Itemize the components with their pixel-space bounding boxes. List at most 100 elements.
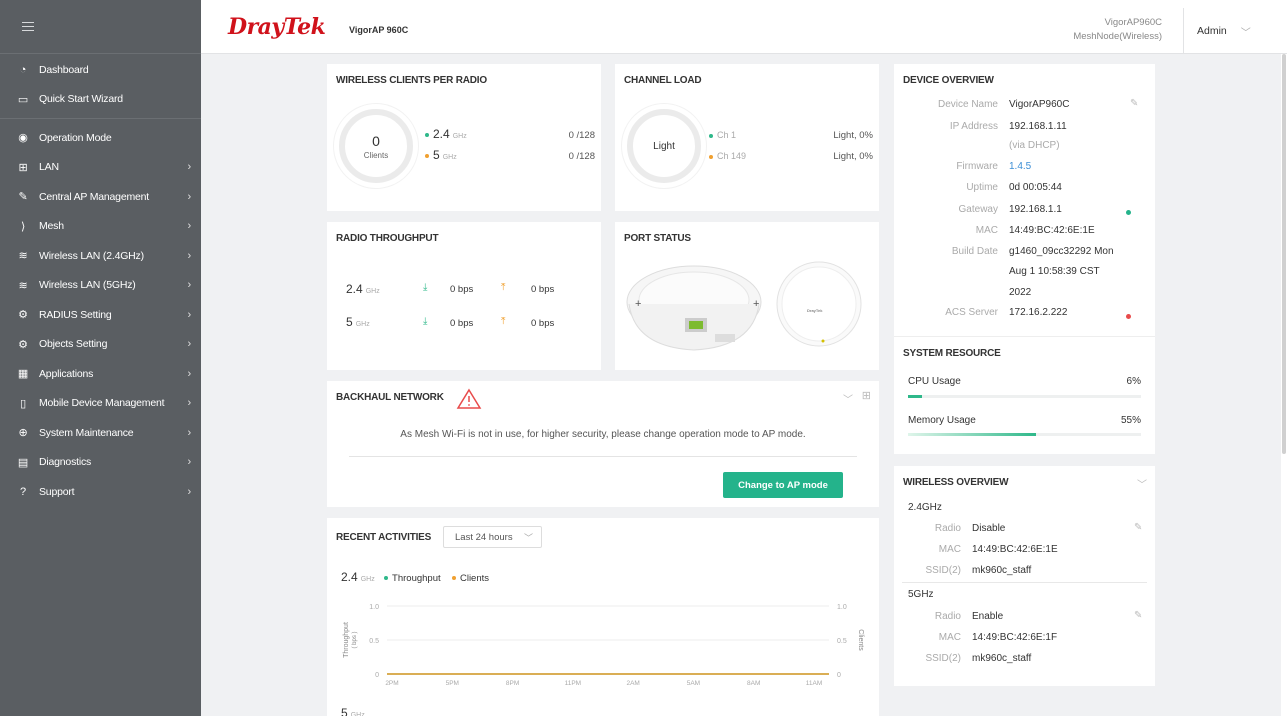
acs-server-value: 172.16.2.222 (1009, 307, 1068, 318)
y2-tick-label: 0 (837, 672, 841, 679)
card-title: RECENT ACTIVITIES (336, 532, 432, 543)
x-tick-label: 2PM (385, 680, 398, 687)
band-5-label: 5GHz (908, 589, 934, 600)
collapse-icon[interactable]: ﹀ (843, 391, 853, 406)
wifi-icon: ≋ (18, 250, 28, 263)
card-title: RADIO THROUGHPUT (336, 233, 439, 244)
y-tick-label: 0 (375, 672, 379, 679)
recent-activities-card: RECENT ACTIVITIES Last 24 hours ﹀ 2.4 GHz… (327, 518, 879, 716)
sidebar-item-label: Objects Setting (39, 338, 108, 351)
radio-24-clients: 0 /128 (568, 130, 595, 141)
legend-throughput: Throughput (392, 573, 441, 584)
sidebar-item-label: Quick Start Wizard (39, 93, 123, 106)
channel-load-card: CHANNEL LOAD Light Ch 1 Ch 149 Light, 0%… (615, 64, 879, 211)
sidebar-item-system-maintenance[interactable]: ⊕ System Maintenance › (0, 418, 201, 448)
card-title: BACKHAUL NETWORK (336, 392, 444, 403)
card-title: CHANNEL LOAD (624, 75, 702, 86)
x-tick-label: 2AM (626, 680, 639, 687)
sidebar-item-lan[interactable]: ⊞ LAN › (0, 153, 201, 183)
sidebar-item-applications[interactable]: ▦ Applications › (0, 359, 201, 389)
user-name: Admin (1197, 25, 1227, 37)
sidebar-item-support[interactable]: ? Support › (0, 477, 201, 507)
card-title: DEVICE OVERVIEW (903, 75, 994, 86)
mac-24-value: 14:49:BC:42:6E:1E (972, 544, 1058, 555)
r5-download: 0 bps (450, 318, 474, 329)
change-to-ap-mode-button[interactable]: Change to AP mode (723, 472, 843, 498)
radio-5-status: Enable (972, 611, 1004, 622)
sidebar-item-wireless-lan-5ghz[interactable]: ≋ Wireless LAN (5GHz) › (0, 271, 201, 301)
chevron-right-icon: › (187, 220, 192, 233)
ap-device-image: + + DrayTek (626, 261, 862, 351)
sidebar-item-label: Central AP Management (39, 190, 150, 203)
legend-clients: Clients (459, 573, 490, 584)
svg-text:+: + (753, 298, 759, 310)
edit-icon[interactable]: ✎ (1130, 98, 1138, 109)
sidebar-item-label: Mobile Device Management (39, 397, 165, 410)
central-ap-icon: ✎ (18, 191, 28, 204)
divider (349, 456, 857, 457)
card-title: WIRELESS CLIENTS PER RADIO (336, 75, 487, 86)
gear-icon: ⚙ (18, 309, 28, 322)
wireless-clients-card: WIRELESS CLIENTS PER RADIO 0 Clients 2.4… (327, 64, 601, 211)
memory-usage-bar (908, 433, 1141, 436)
user-menu[interactable]: Admin ﹀ (1183, 8, 1287, 54)
sidebar-item-quick-start-wizard[interactable]: ▭ Quick Start Wizard (0, 85, 201, 115)
sidebar-item-operation-mode[interactable]: ◉ Operation Mode (0, 123, 201, 153)
r5-upload: 0 bps (531, 318, 555, 329)
collapse-icon[interactable]: ﹀ (1137, 476, 1147, 491)
operation-mode-icon: ◉ (18, 132, 28, 145)
maintenance-icon: ⊕ (18, 427, 28, 440)
chevron-right-icon: › (187, 367, 192, 380)
y-tick-label: 0.5 (369, 638, 379, 645)
chevron-right-icon: › (187, 249, 192, 262)
edit-icon[interactable]: ✎ (1134, 522, 1142, 533)
chevron-right-icon: › (187, 190, 192, 203)
band-24-label: 2.4GHz (908, 502, 942, 513)
cpu-usage-value: 6% (1126, 376, 1141, 387)
time-range-select[interactable]: Last 24 hours ﹀ (443, 526, 542, 548)
lan-icon: ⊞ (18, 161, 28, 174)
clients-gauge: 0 Clients (339, 109, 413, 183)
sidebar-item-objects-setting[interactable]: ⚙ Objects Setting › (0, 330, 201, 360)
sidebar-item-radius-setting[interactable]: ⚙ RADIUS Setting › (0, 300, 201, 330)
chevron-right-icon: › (187, 308, 192, 321)
clients-count: 0 (372, 132, 380, 149)
channel-load-level: Light (653, 140, 675, 152)
sidebar-item-central-ap-management[interactable]: ✎ Central AP Management › (0, 182, 201, 212)
chevron-right-icon: › (187, 397, 192, 410)
sidebar-item-label: Mesh (39, 220, 64, 233)
applications-icon: ▦ (17, 368, 29, 381)
legend-clients-dot (451, 575, 456, 580)
device-overview-card: DEVICE OVERVIEW Device Name VigorAP960C … (894, 64, 1155, 336)
ch2-dot (709, 154, 713, 159)
cpu-usage-bar (908, 395, 1141, 398)
channel-gauge: Light (627, 109, 701, 183)
wizard-icon: ▭ (17, 93, 29, 106)
svg-text:+: + (635, 298, 641, 310)
diagnostics-icon: ▤ (17, 456, 29, 469)
radio-5-clients: 0 /128 (568, 151, 595, 162)
x-tick-label: 5AM (687, 680, 700, 687)
sidebar-item-mobile-device-management[interactable]: ▯ Mobile Device Management › (0, 389, 201, 419)
edit-icon[interactable]: ✎ (1134, 610, 1142, 621)
sidebar-item-wireless-lan-2-4ghz[interactable]: ≋ Wireless LAN (2.4GHz) › (0, 241, 201, 271)
sidebar-item-dashboard[interactable]: ◔ Dashboard (0, 55, 201, 85)
sidebar-item-label: Support (39, 485, 75, 498)
wifi-icon: ≋ (18, 279, 28, 292)
gateway-status-dot (1126, 210, 1131, 215)
scrollbar-thumb[interactable] (1282, 54, 1286, 454)
sidebar-item-label: Wireless LAN (2.4GHz) (39, 249, 144, 262)
x-tick-label: 11PM (565, 680, 582, 687)
draytek-logo[interactable]: DrayTek (228, 14, 326, 40)
y2-tick-label: 1.0 (837, 604, 847, 611)
sidebar-item-mesh[interactable]: ⟩ Mesh › (0, 212, 201, 242)
firmware-link[interactable]: 1.4.5 (1009, 161, 1031, 172)
x-tick-label: 11AM (806, 680, 823, 687)
r24-download: 0 bps (450, 284, 474, 295)
page-scrollbar[interactable] (1281, 54, 1287, 716)
system-resource-card: SYSTEM RESOURCE CPU Usage 6% Memory Usag… (894, 336, 1155, 454)
grid-icon[interactable]: ⊞ (862, 389, 871, 402)
menu-icon[interactable] (22, 21, 34, 32)
activities-chart: 1.0 1.0 0.5 0.5 0 0 2PM 5PM 8PM 11PM 2AM 5AM 8AM 11AM… (343, 604, 864, 687)
sidebar-item-diagnostics[interactable]: ▤ Diagnostics › (0, 448, 201, 478)
